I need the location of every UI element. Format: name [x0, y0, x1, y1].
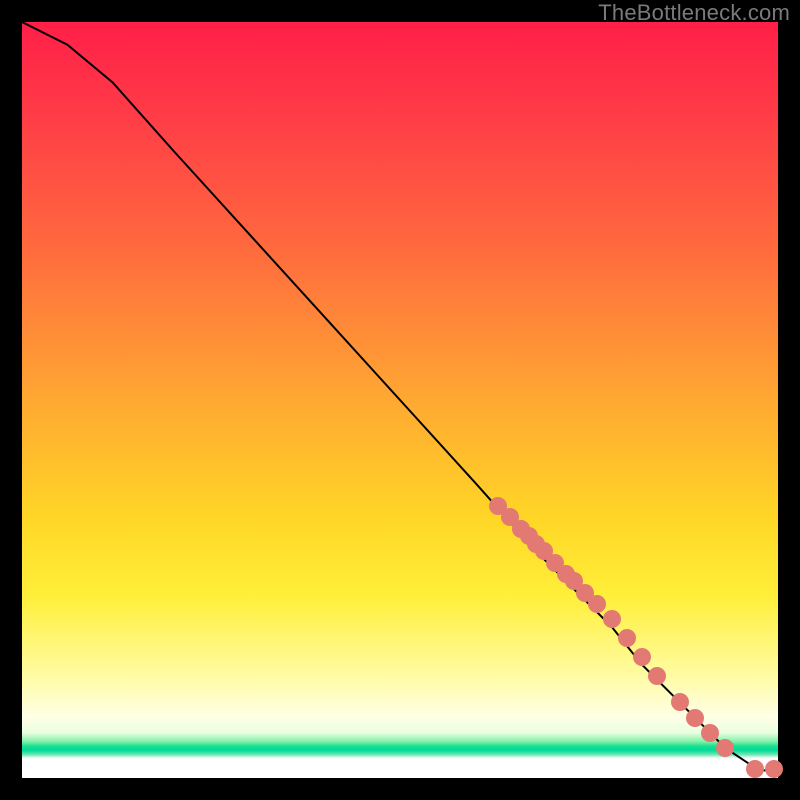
data-marker: [686, 709, 704, 727]
data-marker: [618, 629, 636, 647]
data-marker: [633, 648, 651, 666]
data-marker: [648, 667, 666, 685]
line-curve: [22, 22, 778, 778]
data-marker: [701, 724, 719, 742]
data-marker: [588, 595, 606, 613]
data-marker: [716, 739, 734, 757]
plot-area: [22, 22, 778, 778]
curve-path: [22, 22, 778, 770]
watermark-text: TheBottleneck.com: [598, 0, 790, 26]
data-marker: [671, 693, 689, 711]
chart-frame: TheBottleneck.com: [0, 0, 800, 800]
data-marker: [603, 610, 621, 628]
data-marker: [765, 760, 783, 778]
